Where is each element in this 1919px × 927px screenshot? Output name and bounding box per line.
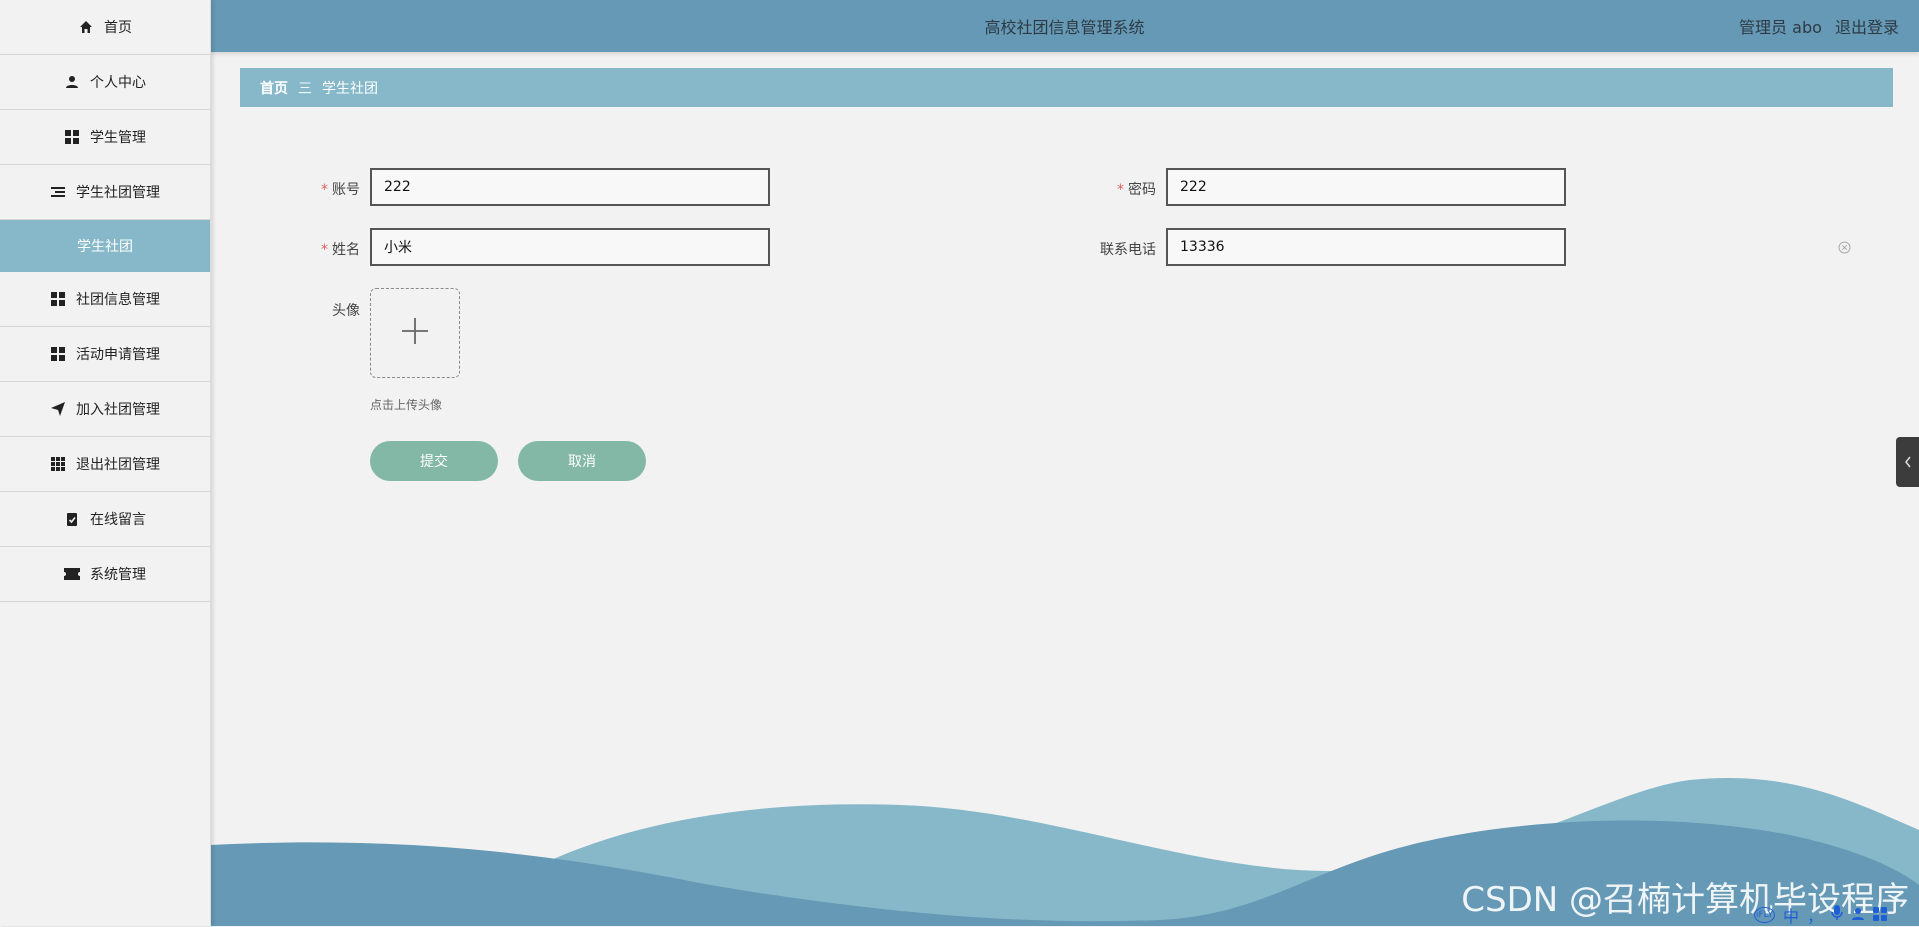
- avatar-upload[interactable]: [370, 288, 460, 378]
- ime-toolbar: iFLY 中 ，: [1754, 903, 1888, 927]
- sidebar-item-club-management[interactable]: 学生社团管理: [0, 165, 210, 220]
- user-label: 管理员 abo: [1739, 18, 1822, 37]
- cancel-button[interactable]: 取消: [518, 441, 646, 481]
- sidebar-item-label: 加入社团管理: [76, 402, 160, 418]
- account-label: * 账号: [321, 182, 360, 198]
- list-icon: [50, 184, 66, 200]
- ime-lang-toggle[interactable]: 中: [1783, 903, 1799, 927]
- sidebar-item-label: 学生社团管理: [76, 185, 160, 201]
- home-icon: [78, 19, 94, 35]
- breadcrumb-separator: 三: [298, 80, 312, 97]
- user-icon: [64, 74, 80, 90]
- microphone-icon[interactable]: [1831, 905, 1843, 925]
- sidebar-item-home[interactable]: 首页: [0, 0, 210, 55]
- sidebar-item-profile[interactable]: 个人中心: [0, 55, 210, 110]
- sidebar-item-label: 退出社团管理: [76, 457, 160, 473]
- plus-icon: [400, 316, 430, 350]
- sidebar-item-label: 首页: [104, 20, 132, 36]
- ime-punct-toggle[interactable]: ，: [1807, 903, 1823, 927]
- sidebar-item-label: 学生社团: [77, 239, 133, 255]
- sidebar-item-label: 活动申请管理: [76, 347, 160, 363]
- clear-icon[interactable]: [1838, 239, 1851, 258]
- password-input[interactable]: [1166, 168, 1566, 206]
- breadcrumb-current: 学生社团: [322, 80, 378, 97]
- sidebar-item-join-club[interactable]: 加入社团管理: [0, 382, 210, 437]
- sidebar: 首页 个人中心 学生管理 学生社团管理 学生社团 社团信息管理 活动申请管理 加…: [0, 0, 211, 926]
- sidebar-item-messages[interactable]: 在线留言: [0, 492, 210, 547]
- sidebar-item-system[interactable]: 系统管理: [0, 547, 210, 602]
- sidebar-item-label: 个人中心: [90, 75, 146, 91]
- account-input[interactable]: [370, 168, 770, 206]
- sidebar-item-label: 学生管理: [90, 130, 146, 146]
- user-area: 管理员 abo 退出登录: [1731, 14, 1899, 38]
- submit-button[interactable]: 提交: [370, 441, 498, 481]
- grid-icon: [50, 346, 66, 362]
- sidebar-item-activity-apply[interactable]: 活动申请管理: [0, 327, 210, 382]
- ime-user-icon[interactable]: [1851, 906, 1865, 925]
- sidebar-item-label: 社团信息管理: [76, 292, 160, 308]
- app-title: 高校社团信息管理系统: [984, 18, 1145, 37]
- grid-icon: [64, 129, 80, 145]
- ime-apps-icon[interactable]: [1873, 906, 1888, 925]
- apps-icon: [50, 456, 66, 472]
- clipboard-check-icon: [64, 511, 80, 527]
- sidebar-item-label: 在线留言: [90, 512, 146, 528]
- name-label: * 姓名: [321, 242, 360, 258]
- sidebar-item-quit-club[interactable]: 退出社团管理: [0, 437, 210, 492]
- sidebar-item-label: 系统管理: [90, 567, 146, 583]
- ticket-icon: [64, 566, 80, 582]
- breadcrumb: 首页 三 学生社团: [240, 68, 1893, 107]
- avatar-label: 头像: [332, 303, 360, 319]
- breadcrumb-home[interactable]: 首页: [260, 78, 288, 98]
- logout-link[interactable]: 退出登录: [1835, 18, 1899, 37]
- phone-label: 联系电话: [1100, 242, 1156, 258]
- grid-icon: [50, 291, 66, 307]
- password-label: * 密码: [1117, 182, 1156, 198]
- name-input[interactable]: [370, 228, 770, 266]
- sidebar-item-student-club[interactable]: 学生社团: [0, 220, 210, 272]
- top-header: 高校社团信息管理系统 管理员 abo 退出登录: [210, 0, 1919, 52]
- ime-logo[interactable]: iFLY: [1754, 907, 1775, 923]
- collapse-handle[interactable]: [1896, 437, 1919, 487]
- phone-input[interactable]: [1166, 228, 1566, 266]
- sidebar-item-club-info[interactable]: 社团信息管理: [0, 272, 210, 327]
- sidebar-item-students[interactable]: 学生管理: [0, 110, 210, 165]
- chevron-left-icon: [1904, 453, 1912, 472]
- avatar-upload-tip: 点击上传头像: [370, 398, 443, 412]
- paper-plane-icon: [50, 401, 66, 417]
